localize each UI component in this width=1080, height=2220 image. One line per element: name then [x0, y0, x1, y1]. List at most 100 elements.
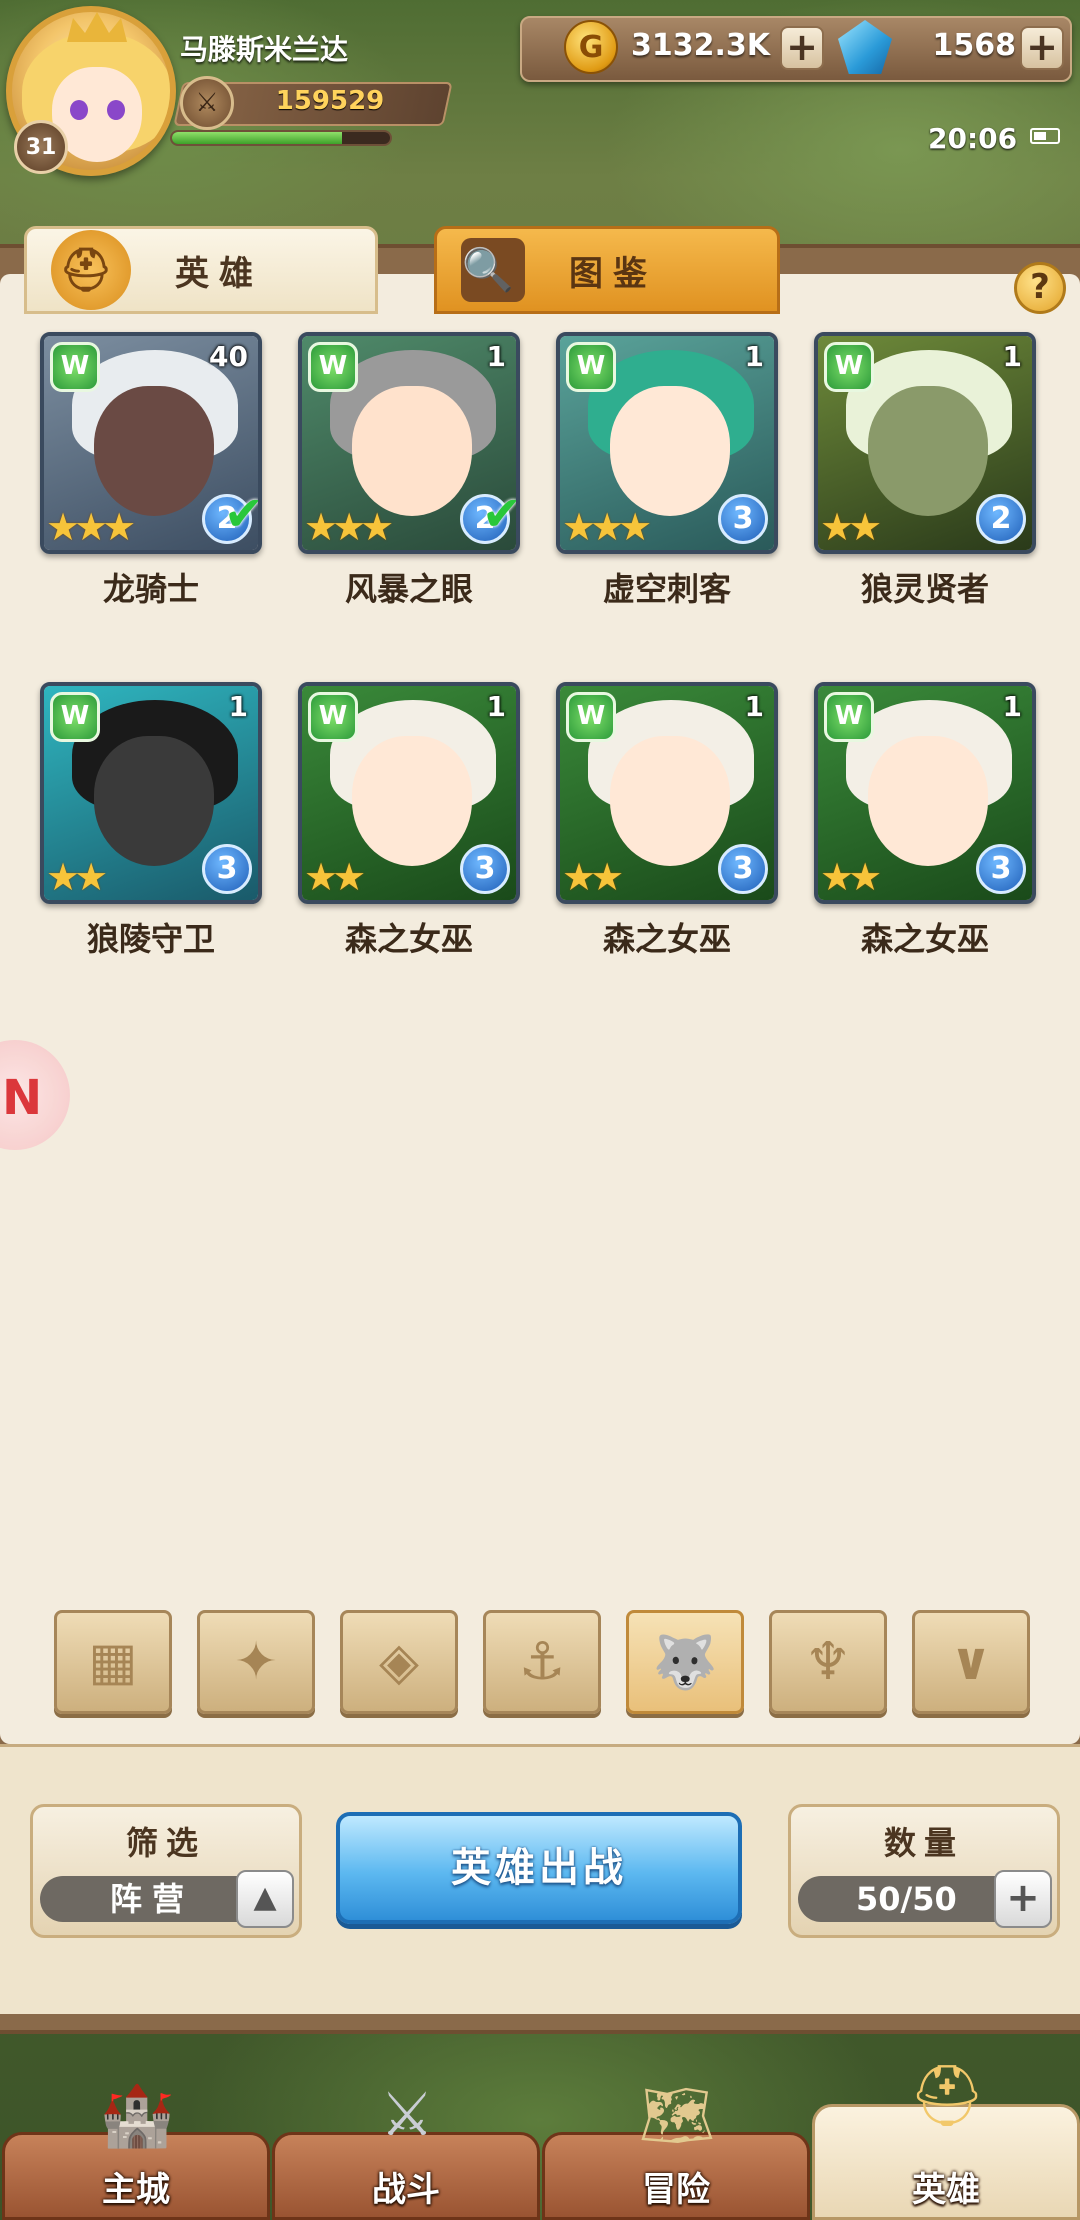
- filter-leaf-faction-button[interactable]: ✦: [197, 1610, 315, 1714]
- filter-grid-all-button[interactable]: ▦: [54, 1610, 172, 1714]
- power-value: 159529: [275, 86, 385, 116]
- portrait-face: [868, 736, 988, 866]
- hero-card[interactable]: W 1 ★ ★ 2 狼灵贤者: [814, 332, 1036, 608]
- hero-helmet-icon: ⛑: [51, 230, 131, 310]
- checkmark-icon: ✔: [481, 486, 520, 542]
- star-icon: ★: [332, 855, 367, 899]
- bottom-nav: 🏰 主城 ⚔ 战斗 🗺 冒险 ⛑ 英雄: [0, 2040, 1080, 2220]
- hero-level: 1: [486, 690, 506, 723]
- hero-name: 森之女巫: [602, 920, 731, 958]
- player-name: 马滕斯米兰达: [180, 33, 349, 66]
- battery-icon: [1030, 128, 1060, 144]
- help-button[interactable]: ?: [1014, 262, 1066, 314]
- hero-card[interactable]: W 1 ★ ★ ★ 2 ✔ 风暴之眼: [298, 332, 520, 608]
- filter-title: 筛选: [125, 1824, 206, 1862]
- diamond-faction-icon: ◈: [379, 1632, 419, 1692]
- star-icon: ★: [848, 855, 883, 899]
- rank-badge: 2: [976, 494, 1026, 544]
- wolf-faction-icon: 🐺: [652, 1632, 718, 1693]
- star-icon: ★: [590, 855, 625, 899]
- exp-bar: [170, 130, 392, 146]
- gold-coin-icon: G: [564, 20, 618, 74]
- add-gold-button[interactable]: +: [780, 26, 824, 70]
- hero-level: 1: [1002, 690, 1022, 723]
- star-icon: ★: [618, 505, 653, 549]
- hero-card[interactable]: W 1 ★ ★ 3 森之女巫: [298, 682, 520, 958]
- rank-badge: 3: [718, 844, 768, 894]
- wolf-faction-icon: W: [308, 692, 358, 742]
- filter-horns-faction-button[interactable]: ∨: [912, 1610, 1030, 1714]
- demon-faction-icon: ♆: [804, 1632, 852, 1692]
- horns-faction-icon: ∨: [949, 1632, 993, 1692]
- wolf-faction-icon: W: [824, 342, 874, 392]
- hero-portrait: W 1 ★ ★ 3: [298, 682, 520, 904]
- avatar-eye: [107, 100, 125, 120]
- magnifier-icon: 🔍: [461, 238, 525, 302]
- nav-label: 战斗: [372, 2170, 440, 2210]
- nav-label: 主城: [102, 2170, 170, 2210]
- tab-heroes[interactable]: ⛑ 英雄: [24, 226, 378, 314]
- leaf-faction-icon: ✦: [234, 1632, 278, 1692]
- star-rating: ★ ★ ★: [562, 508, 652, 546]
- crown-icon: [67, 12, 127, 42]
- portrait-face: [868, 386, 988, 516]
- rank-badge: 3: [202, 844, 252, 894]
- rank-badge: 3: [976, 844, 1026, 894]
- player-level-badge: 31: [14, 120, 68, 174]
- star-icon: ★: [360, 505, 395, 549]
- hero-portrait: W 1 ★ ★ 3: [556, 682, 778, 904]
- filter-wolf-faction-button[interactable]: 🐺: [626, 1610, 744, 1714]
- deploy-heroes-button[interactable]: 英雄出战: [336, 1812, 742, 1924]
- hero-name: 森之女巫: [860, 920, 989, 958]
- hero-card[interactable]: W 1 ★ ★ ★ 3 虚空刺客: [556, 332, 778, 608]
- hero-helmet-icon: ⛑: [908, 2060, 986, 2131]
- star-icon: ★: [848, 505, 883, 549]
- castle-icon: 🏰: [99, 2080, 175, 2151]
- wolf-faction-icon: W: [50, 692, 100, 742]
- tab-codex[interactable]: 🔍 图鉴: [434, 226, 780, 314]
- red-mark-icon: N: [2, 1070, 43, 1126]
- star-rating: ★ ★ ★: [46, 508, 136, 546]
- hero-name: 狼陵守卫: [86, 920, 215, 958]
- wolf-faction-icon: W: [824, 692, 874, 742]
- hero-level: 1: [744, 340, 764, 373]
- nav-label: 冒险: [642, 2170, 710, 2210]
- filter-diamond-faction-button[interactable]: ◈: [340, 1610, 458, 1714]
- hero-name: 森之女巫: [344, 920, 473, 958]
- exp-bar-fill: [172, 132, 343, 144]
- hero-card[interactable]: W 1 ★ ★ 3 森之女巫: [814, 682, 1036, 958]
- hero-level: 1: [228, 690, 248, 723]
- star-icon: ★: [102, 505, 137, 549]
- filter-anchor-faction-button[interactable]: ⚓: [483, 1610, 601, 1714]
- hero-card[interactable]: W 1 ★ ★ 3 狼陵守卫: [40, 682, 262, 958]
- star-rating: ★ ★: [820, 508, 882, 546]
- portrait-face: [610, 736, 730, 866]
- status-clock: 20:06: [928, 122, 1018, 155]
- star-rating: ★ ★: [820, 858, 882, 896]
- star-rating: ★ ★: [562, 858, 624, 896]
- rank-badge: 3: [718, 494, 768, 544]
- rank-badge: 3: [460, 844, 510, 894]
- star-icon: ★: [74, 855, 109, 899]
- hero-card[interactable]: W 1 ★ ★ 3 森之女巫: [556, 682, 778, 958]
- crossed-swords-icon: ⚔: [180, 76, 234, 130]
- wolf-faction-icon: W: [566, 692, 616, 742]
- add-gems-button[interactable]: +: [1020, 26, 1064, 70]
- hero-portrait: W 1 ★ ★ ★ 3: [556, 332, 778, 554]
- tab-codex-label: 图鉴: [569, 253, 657, 294]
- hero-level: 1: [486, 340, 506, 373]
- grid-all-icon: ▦: [88, 1632, 138, 1692]
- player-header: 31 马滕斯米兰达 ⚔ 159529 G 3132.3K + 1568 + 20…: [0, 0, 1080, 240]
- hero-card[interactable]: W 40 ★ ★ ★ 2 ✔ 龙骑士: [40, 332, 262, 608]
- map-scroll-icon: 🗺: [638, 2080, 716, 2151]
- chevron-up-icon[interactable]: ▲: [236, 1870, 294, 1928]
- hero-name: 虚空刺客: [602, 570, 731, 608]
- hero-level: 40: [209, 340, 248, 373]
- gem-amount: 1568: [932, 28, 1017, 63]
- hero-name: 狼灵贤者: [860, 570, 989, 608]
- filter-demon-faction-button[interactable]: ♆: [769, 1610, 887, 1714]
- expand-capacity-button[interactable]: +: [994, 1870, 1052, 1928]
- avatar-eye: [70, 100, 88, 120]
- portrait-face: [610, 386, 730, 516]
- hero-name: 龙骑士: [102, 570, 199, 608]
